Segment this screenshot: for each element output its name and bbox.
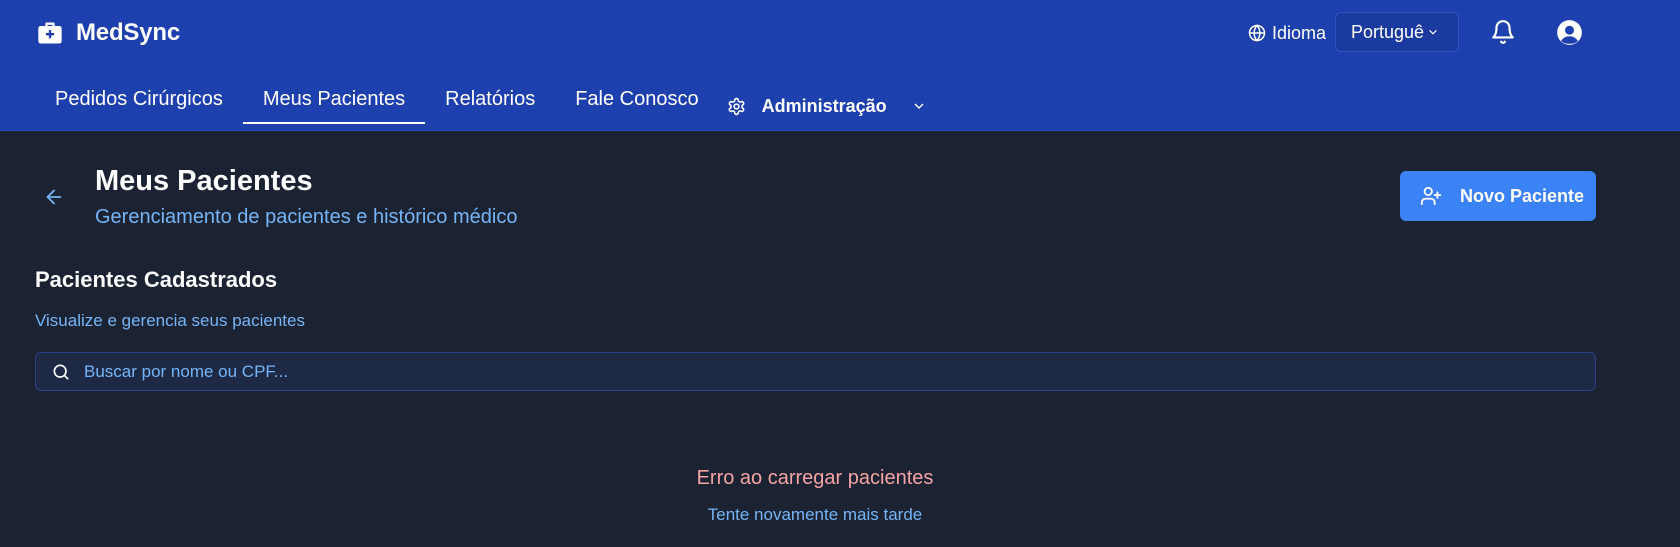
nav-item-meus-pacientes[interactable]: Meus Pacientes: [242, 78, 426, 126]
brand[interactable]: MedSync: [36, 17, 180, 49]
nav-item-fale-conosco[interactable]: Fale Conosco: [555, 78, 718, 126]
new-patient-button[interactable]: Novo Paciente: [1400, 171, 1596, 221]
gear-icon: [728, 97, 745, 115]
language-select-value: Português: [1351, 21, 1424, 42]
main-nav: Pedidos Cirúrgicos Meus Pacientes Relató…: [35, 78, 927, 128]
nav-admin-label: Administração: [761, 95, 887, 116]
briefcase-medical-icon: [38, 22, 62, 44]
nav-item-relatorios[interactable]: Relatórios: [425, 78, 555, 126]
section-description: Visualize e gerencia seus pacientes: [35, 311, 305, 330]
user-circle-icon[interactable]: [1556, 19, 1583, 46]
language-select[interactable]: Português: [1335, 12, 1459, 52]
search-box: [35, 352, 1596, 391]
new-patient-button-label: Novo Paciente: [1460, 185, 1585, 206]
page-subtitle: Gerenciamento de pacientes e histórico m…: [95, 206, 518, 228]
brand-name: MedSync: [76, 19, 180, 46]
language-label-group: Idioma: [1248, 21, 1326, 45]
chevron-down-icon: [914, 103, 924, 109]
section-title: Pacientes Cadastrados: [35, 267, 278, 292]
bell-icon[interactable]: [1490, 18, 1516, 46]
globe-icon: [1248, 24, 1266, 42]
nav-item-administracao[interactable]: Administração: [719, 78, 927, 126]
nav-item-pedidos-cirurgicos[interactable]: Pedidos Cirúrgicos: [35, 78, 243, 126]
search-input[interactable]: [84, 361, 1595, 382]
page-title: Meus Pacientes: [95, 165, 313, 197]
search-icon: [53, 364, 69, 379]
top-header: MedSync Idioma Português Pedidos Cirúrgi…: [0, 0, 1680, 131]
user-plus-icon: [1420, 186, 1442, 206]
error-hint: Tente novamente mais tarde: [707, 505, 923, 524]
error-message: Erro ao carregar pacientes: [696, 467, 934, 489]
language-label: Idioma: [1272, 22, 1327, 43]
arrow-left-icon[interactable]: [43, 186, 65, 208]
chevron-down-icon: [1429, 29, 1437, 35]
